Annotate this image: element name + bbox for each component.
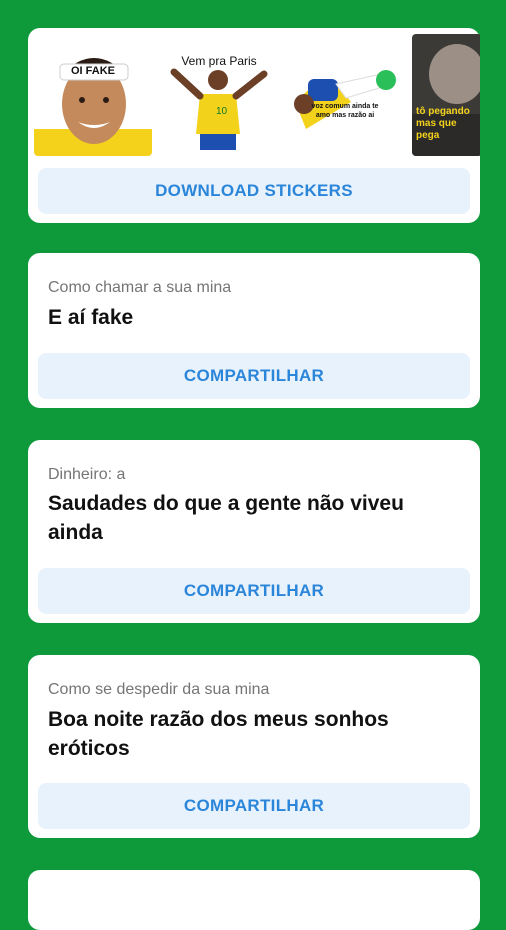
sticker-2-caption: Vem pra Paris [181,54,257,68]
sticker-pack-card: OI FAKE 10 Vem pra Paris voz comum ainda… [28,28,480,223]
sticker-strip[interactable]: OI FAKE 10 Vem pra Paris voz comum ainda… [34,34,480,156]
phrase-text: E aí fake [48,306,134,329]
phrase-card: Como chamar a sua mina E aí fake COMPART… [28,253,480,408]
sticker-4[interactable]: tô pegando mas que pega [412,34,480,156]
sticker-3-caption: voz comum ainda te amo mas razão ai [311,103,379,119]
sticker-3-image [294,70,396,129]
sticker-1-caption: OI FAKE [70,65,115,77]
share-button[interactable]: COMPARTILHAR [38,353,470,399]
phrase-card: Como se despedir da sua mina Boa noite r… [28,655,480,838]
sticker-3[interactable]: voz comum ainda te amo mas razão ai [286,34,404,156]
phrase-category: Como chamar a sua mina [48,279,232,296]
phrase-text: Saudades do que a gente não viveu ainda [48,492,404,544]
share-button[interactable]: COMPARTILHAR [38,568,470,614]
sticker-1-image [34,58,152,156]
phrase-card: Dinheiro: a Saudades do que a gente não … [28,440,480,623]
phrase-card-partial [28,870,480,930]
phrase-category: Dinheiro: a [48,466,126,483]
phrase-text: Boa noite razão dos meus sonhos eróticos [48,708,389,760]
share-button[interactable]: COMPARTILHAR [38,783,470,829]
svg-text:10: 10 [216,106,228,117]
sticker-4-caption: tô pegando mas que pega [416,106,470,141]
sticker-2[interactable]: 10 Vem pra Paris [160,34,278,156]
download-stickers-button[interactable]: DOWNLOAD STICKERS [38,168,470,214]
phrase-category: Como se despedir da sua mina [48,681,270,698]
sticker-2-image: 10 [170,68,268,150]
sticker-1[interactable]: OI FAKE [34,34,152,156]
